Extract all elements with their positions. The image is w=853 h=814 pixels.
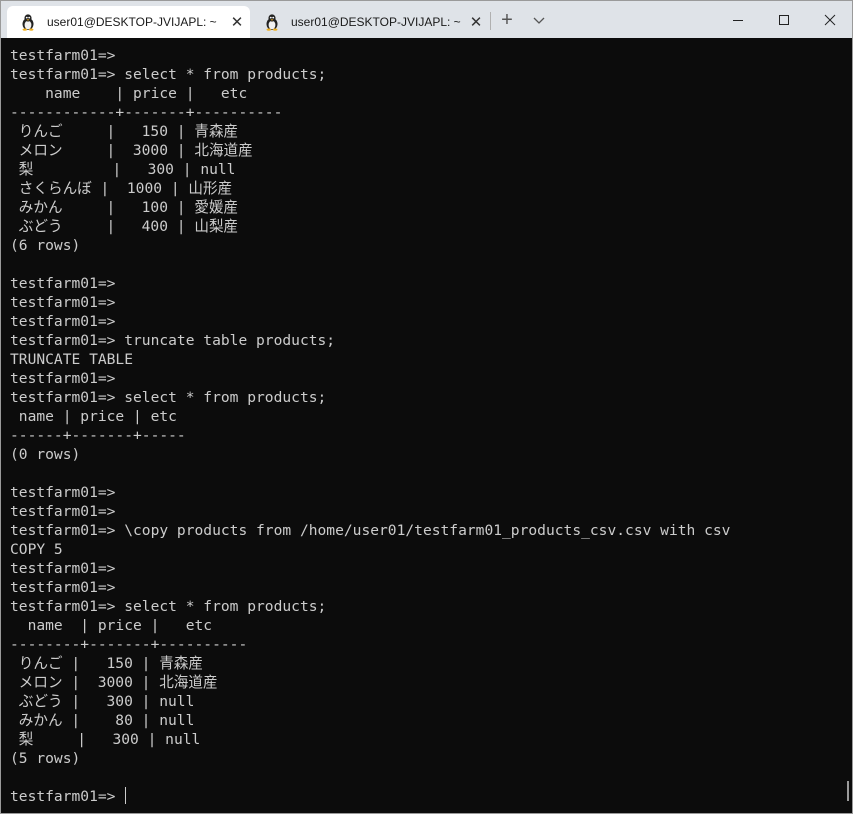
terminal-line: testfarm01=> select * from products; (10, 598, 327, 615)
terminal-line: メロン | 3000 | 北海道産 (10, 674, 218, 691)
terminal-line: (6 rows) (10, 237, 81, 254)
terminal-line: TRUNCATE TABLE (10, 351, 134, 368)
tab-title: user01@DESKTOP-JVIJAPL: ~ (47, 15, 217, 29)
terminal-line: testfarm01=> select * from products; (10, 66, 327, 83)
terminal-line: りんご | 150 | 青森産 (10, 655, 203, 672)
terminal-line: testfarm01=> (10, 484, 116, 501)
tab-bar: user01@DESKTOP-JVIJAPL: ~ ✕ user01@DESKT… (1, 1, 852, 38)
text-cursor (125, 787, 127, 804)
maximize-icon (779, 14, 789, 25)
terminal-line: ------+-------+----- (10, 427, 186, 444)
tab-divider (490, 12, 491, 30)
terminal-line: 梨 | 300 | null (10, 731, 201, 748)
terminal-line: testfarm01=> (10, 294, 116, 311)
terminal-line: さくらんぼ | 1000 | 山形産 (10, 180, 233, 197)
terminal-line: COPY 5 (10, 541, 63, 558)
terminal-line: name | price | etc (10, 617, 213, 634)
close-window-button[interactable] (807, 1, 852, 38)
tab-close-icon[interactable]: ✕ (463, 13, 489, 31)
close-icon (824, 14, 836, 25)
terminal-output[interactable]: testfarm01=> testfarm01=> select * from p… (10, 46, 840, 806)
terminal-line: testfarm01=> (10, 313, 116, 330)
terminal-line: testfarm01=> (10, 370, 116, 387)
minimize-icon (733, 19, 743, 21)
scrollbar[interactable] (847, 781, 849, 801)
terminal-line: testfarm01=> (10, 47, 116, 64)
tab-close-icon[interactable]: ✕ (224, 13, 250, 31)
terminal-line: testfarm01=> (10, 560, 116, 577)
terminal-line: みかん | 100 | 愛媛産 (10, 199, 239, 216)
terminal-line: testfarm01=> (10, 503, 116, 520)
terminal-window: user01@DESKTOP-JVIJAPL: ~ ✕ user01@DESKT… (0, 0, 853, 814)
tux-icon (263, 13, 281, 31)
chevron-down-icon (533, 17, 545, 24)
terminal-line: name | price | etc (10, 408, 177, 425)
terminal-line: testfarm01=> (10, 275, 116, 292)
terminal-line: --------+-------+---------- (10, 636, 248, 653)
maximize-button[interactable] (761, 1, 807, 38)
tab-title: user01@DESKTOP-JVIJAPL: ~ (291, 15, 461, 29)
tux-icon (19, 13, 37, 31)
terminal-line: みかん | 80 | null (10, 712, 195, 729)
terminal-line: ぶどう | 400 | 山梨産 (10, 218, 239, 235)
terminal-line: testfarm01=> truncate table products; (10, 332, 336, 349)
minimize-button[interactable] (715, 1, 761, 38)
dropdown-button[interactable] (527, 10, 551, 32)
terminal-line: (0 rows) (10, 446, 81, 463)
terminal-line: りんご | 150 | 青森産 (10, 123, 239, 140)
terminal-prompt: testfarm01=> (10, 788, 125, 805)
terminal-line: メロン | 3000 | 北海道産 (10, 142, 253, 159)
terminal-line: testfarm01=> (10, 579, 116, 596)
new-tab-button[interactable]: + (495, 10, 519, 32)
terminal-line: (5 rows) (10, 750, 81, 767)
tab-user01-inactive[interactable]: user01@DESKTOP-JVIJAPL: ~ ✕ (251, 6, 489, 38)
tab-user01-active[interactable]: user01@DESKTOP-JVIJAPL: ~ ✕ (7, 6, 250, 38)
terminal-line: 梨 | 300 | null (10, 161, 236, 178)
terminal-prompt-line[interactable]: testfarm01=> (10, 787, 840, 806)
terminal-line: testfarm01=> select * from products; (10, 389, 327, 406)
terminal-line: testfarm01=> \copy products from /home/u… (10, 522, 731, 539)
terminal-line: name | price | etc (10, 85, 248, 102)
terminal-line: ------------+-------+---------- (10, 104, 283, 121)
terminal-line: ぶどう | 300 | null (10, 693, 195, 710)
